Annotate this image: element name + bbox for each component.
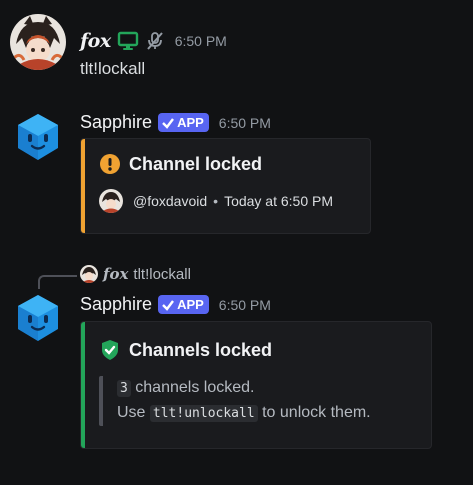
warning-icon [99,153,121,175]
avatar-sapphire[interactable] [10,291,66,347]
embed-footer: @foxdavoid • Today at 6:50 PM [99,189,333,213]
reply-avatar [80,265,98,283]
username[interactable]: Sapphire [80,294,152,315]
app-badge: APP [158,113,209,132]
embed-title: Channel locked [99,153,262,175]
footer-author: @foxdavoid [133,193,208,209]
embed-title-text: Channels locked [129,339,273,360]
timestamp: 6:50 PM [218,114,271,131]
quote-line-1: 3 channels locked. [117,376,371,401]
embed-color-bar [81,322,85,448]
reply-username[interactable]: fox [103,265,128,283]
reply-spine [38,275,77,289]
check-icon [161,116,175,130]
embed-title: Channels locked [99,339,272,361]
reply-reference[interactable]: fox tlt!lockall [80,265,191,283]
embed-channels-locked: Channels locked 3 channels locked. Use t… [80,321,432,449]
channel-count: 3 [117,380,131,397]
footer-separator: • [213,193,219,209]
muted-mic-icon [145,31,165,51]
app-badge-label: APP [177,297,204,312]
timestamp: 6:50 PM [218,296,271,313]
username[interactable]: Sapphire [80,112,152,133]
line2-pre: Use [117,404,146,421]
unlock-command: tlt!unlockall [149,405,258,422]
quote-line-2: Use tlt!unlockall to unlock them. [117,401,371,426]
embed-title-text: Channel locked [129,153,263,174]
avatar-fox[interactable] [10,14,66,70]
check-icon [99,339,121,361]
footer-time: Today at 6:50 PM [224,193,334,209]
username[interactable]: fox [80,30,111,52]
reply-content: tlt!lockall [133,265,191,283]
embed-color-bar [81,139,85,233]
embed-channel-locked: Channel locked @foxdavoid • Today at 6:5… [80,138,371,234]
embed-quote: 3 channels locked. Use tlt!unlockall to … [99,376,371,426]
app-badge: APP [158,295,209,314]
avatar-sapphire[interactable] [10,110,66,166]
timestamp: 6:50 PM [174,33,227,49]
check-icon [161,298,175,312]
line1-text: channels locked. [135,379,255,396]
line2-post: to unlock them. [262,404,371,421]
message-content: tlt!lockall [80,59,146,78]
desktop-icon [117,31,139,51]
app-badge-label: APP [177,115,204,130]
footer-avatar [99,189,123,213]
